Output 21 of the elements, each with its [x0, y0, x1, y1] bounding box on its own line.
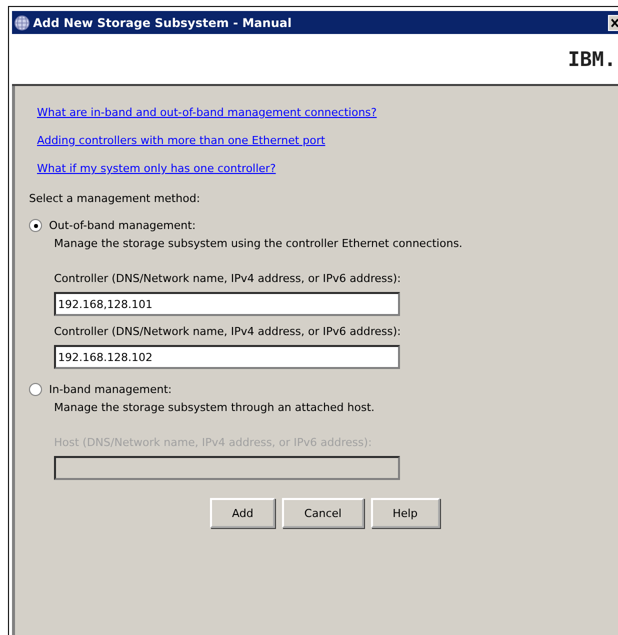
- radio-button[interactable]: [29, 219, 42, 232]
- address-input[interactable]: 192.168,128.101: [54, 292, 400, 316]
- help-link[interactable]: What are in-band and out-of-band management connections?: [37, 106, 377, 119]
- globe-icon: [14, 14, 30, 30]
- address-input[interactable]: 192.168.128.102: [54, 345, 400, 369]
- option-label: In-band management:: [49, 383, 172, 396]
- field-label: Controller (DNS/Network name, IPv4 address, or IPv6 address):: [54, 325, 402, 338]
- option-description: Manage the storage subsystem through an attached host.: [54, 401, 376, 414]
- help-link[interactable]: Adding controllers with more than one Ethernet port: [37, 134, 326, 147]
- field-label: Controller (DNS/Network name, IPv4 address, or IPv6 address):: [54, 272, 402, 285]
- prompt-label: Select a management method:: [29, 192, 202, 205]
- dialog-button[interactable]: Help: [370, 498, 440, 528]
- option-description: Manage the storage subsystem using the controller Ethernet connections.: [54, 237, 464, 250]
- close-button[interactable]: [608, 14, 618, 30]
- help-link[interactable]: What if my system only has one controller?: [37, 162, 276, 175]
- logo-text: IBM.: [568, 47, 616, 71]
- dialog-button[interactable]: Add: [210, 498, 276, 528]
- option-label: Out-of-band management:: [49, 219, 196, 232]
- window-title: Add New Storage Subsystem - Manual: [33, 16, 293, 30]
- radio-button[interactable]: [29, 383, 42, 396]
- dialog-button[interactable]: Cancel: [282, 498, 364, 528]
